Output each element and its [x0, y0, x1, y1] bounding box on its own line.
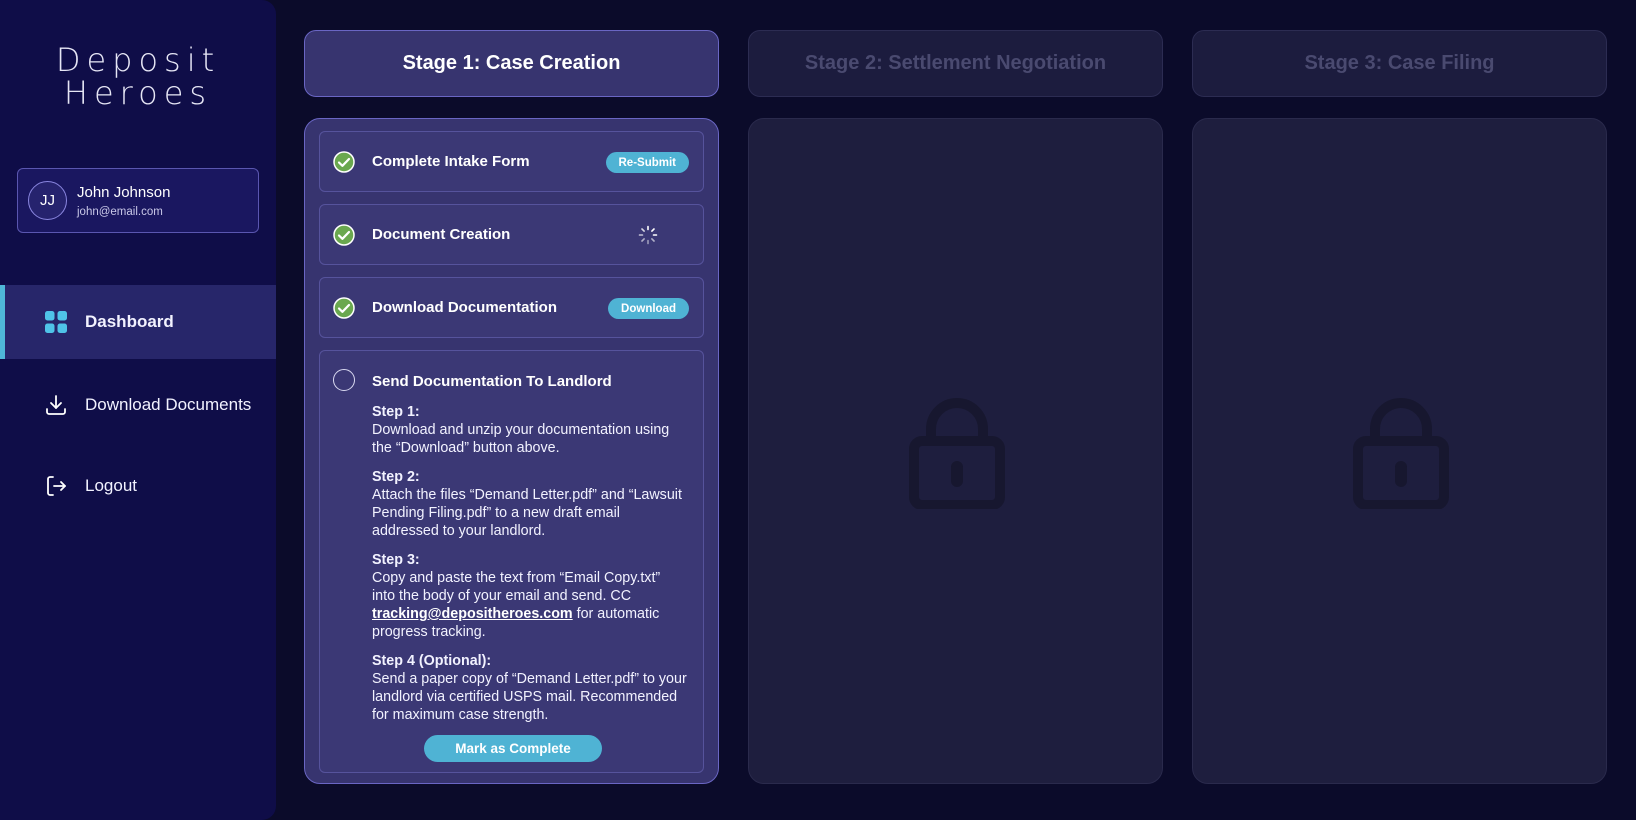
step-text: Attach the files “Demand Letter.pdf” and…	[372, 487, 682, 539]
step-text: Download and unzip your documentation us…	[372, 422, 670, 456]
step-2: Step 2: Attach the files “Demand Letter.…	[372, 468, 687, 540]
nav-item-dashboard[interactable]: Dashboard	[0, 285, 276, 359]
nav-label-download-documents: Download Documents	[85, 395, 252, 414]
nav-label-dashboard: Dashboard	[85, 312, 174, 331]
grid-icon	[45, 311, 67, 333]
stage-1-panel: Complete Intake Form Re-Submit Document …	[304, 118, 719, 784]
app-logo[interactable]: Deposit Heroes	[0, 44, 276, 110]
task-title: Send Documentation To Landlord	[372, 373, 612, 390]
stage-3-panel	[1192, 118, 1607, 784]
step-text-before: Copy and paste the text from “Email Copy…	[372, 570, 661, 604]
instructions: Step 1: Download and unzip your document…	[372, 403, 687, 735]
stage-3-header: Stage 3: Case Filing	[1192, 30, 1607, 97]
stage-1-header[interactable]: Stage 1: Case Creation	[304, 30, 719, 97]
task-title: Download Documentation	[372, 299, 557, 316]
stage-2-panel	[748, 118, 1163, 784]
nav-label-logout: Logout	[85, 476, 137, 495]
empty-circle-icon	[333, 369, 355, 391]
step-4: Step 4 (Optional): Send a paper copy of …	[372, 652, 687, 724]
loading-spinner-icon	[638, 225, 658, 245]
check-circle-icon	[333, 224, 355, 246]
nav-item-logout[interactable]: Logout	[0, 449, 276, 523]
logout-icon	[47, 476, 66, 496]
task-download-documentation: Download Documentation Download	[319, 277, 704, 338]
mark-as-complete-button[interactable]: Mark as Complete	[424, 735, 602, 762]
step-3: Step 3: Copy and paste the text from “Em…	[372, 551, 687, 641]
task-send-documentation: Send Documentation To Landlord Step 1: D…	[319, 350, 704, 773]
check-circle-icon	[333, 151, 355, 173]
user-card[interactable]: JJ John Johnson john@email.com	[17, 168, 259, 233]
step-title: Step 3:	[372, 552, 420, 568]
resubmit-button[interactable]: Re-Submit	[605, 152, 689, 173]
download-button[interactable]: Download	[608, 298, 689, 319]
task-title: Document Creation	[372, 226, 511, 243]
step-title: Step 4 (Optional):	[372, 653, 492, 669]
task-title: Complete Intake Form	[372, 153, 530, 170]
step-text: Copy and paste the text from “Email Copy…	[372, 569, 687, 641]
logo-line-2: Heroes	[63, 74, 213, 112]
user-name: John Johnson	[77, 184, 171, 201]
lock-icon	[909, 398, 1005, 509]
sidebar: Deposit Heroes JJ John Johnson john@emai…	[0, 0, 276, 820]
step-title: Step 2:	[372, 469, 420, 485]
check-circle-icon	[333, 297, 355, 319]
download-icon	[46, 395, 66, 415]
user-email: john@email.com	[77, 206, 163, 218]
avatar: JJ	[28, 181, 67, 220]
tracking-email-link[interactable]: tracking@depositheroes.com	[372, 606, 573, 622]
task-document-creation: Document Creation	[319, 204, 704, 265]
step-1: Step 1: Download and unzip your document…	[372, 403, 687, 457]
lock-icon	[1353, 398, 1449, 509]
step-text: Send a paper copy of “Demand Letter.pdf”…	[372, 671, 687, 723]
logo-line-1: Deposit	[55, 41, 221, 79]
step-title: Step 1:	[372, 404, 420, 420]
stage-2-header: Stage 2: Settlement Negotiation	[748, 30, 1163, 97]
nav-item-download-documents[interactable]: Download Documents	[0, 368, 276, 442]
task-intake-form: Complete Intake Form Re-Submit	[319, 131, 704, 192]
